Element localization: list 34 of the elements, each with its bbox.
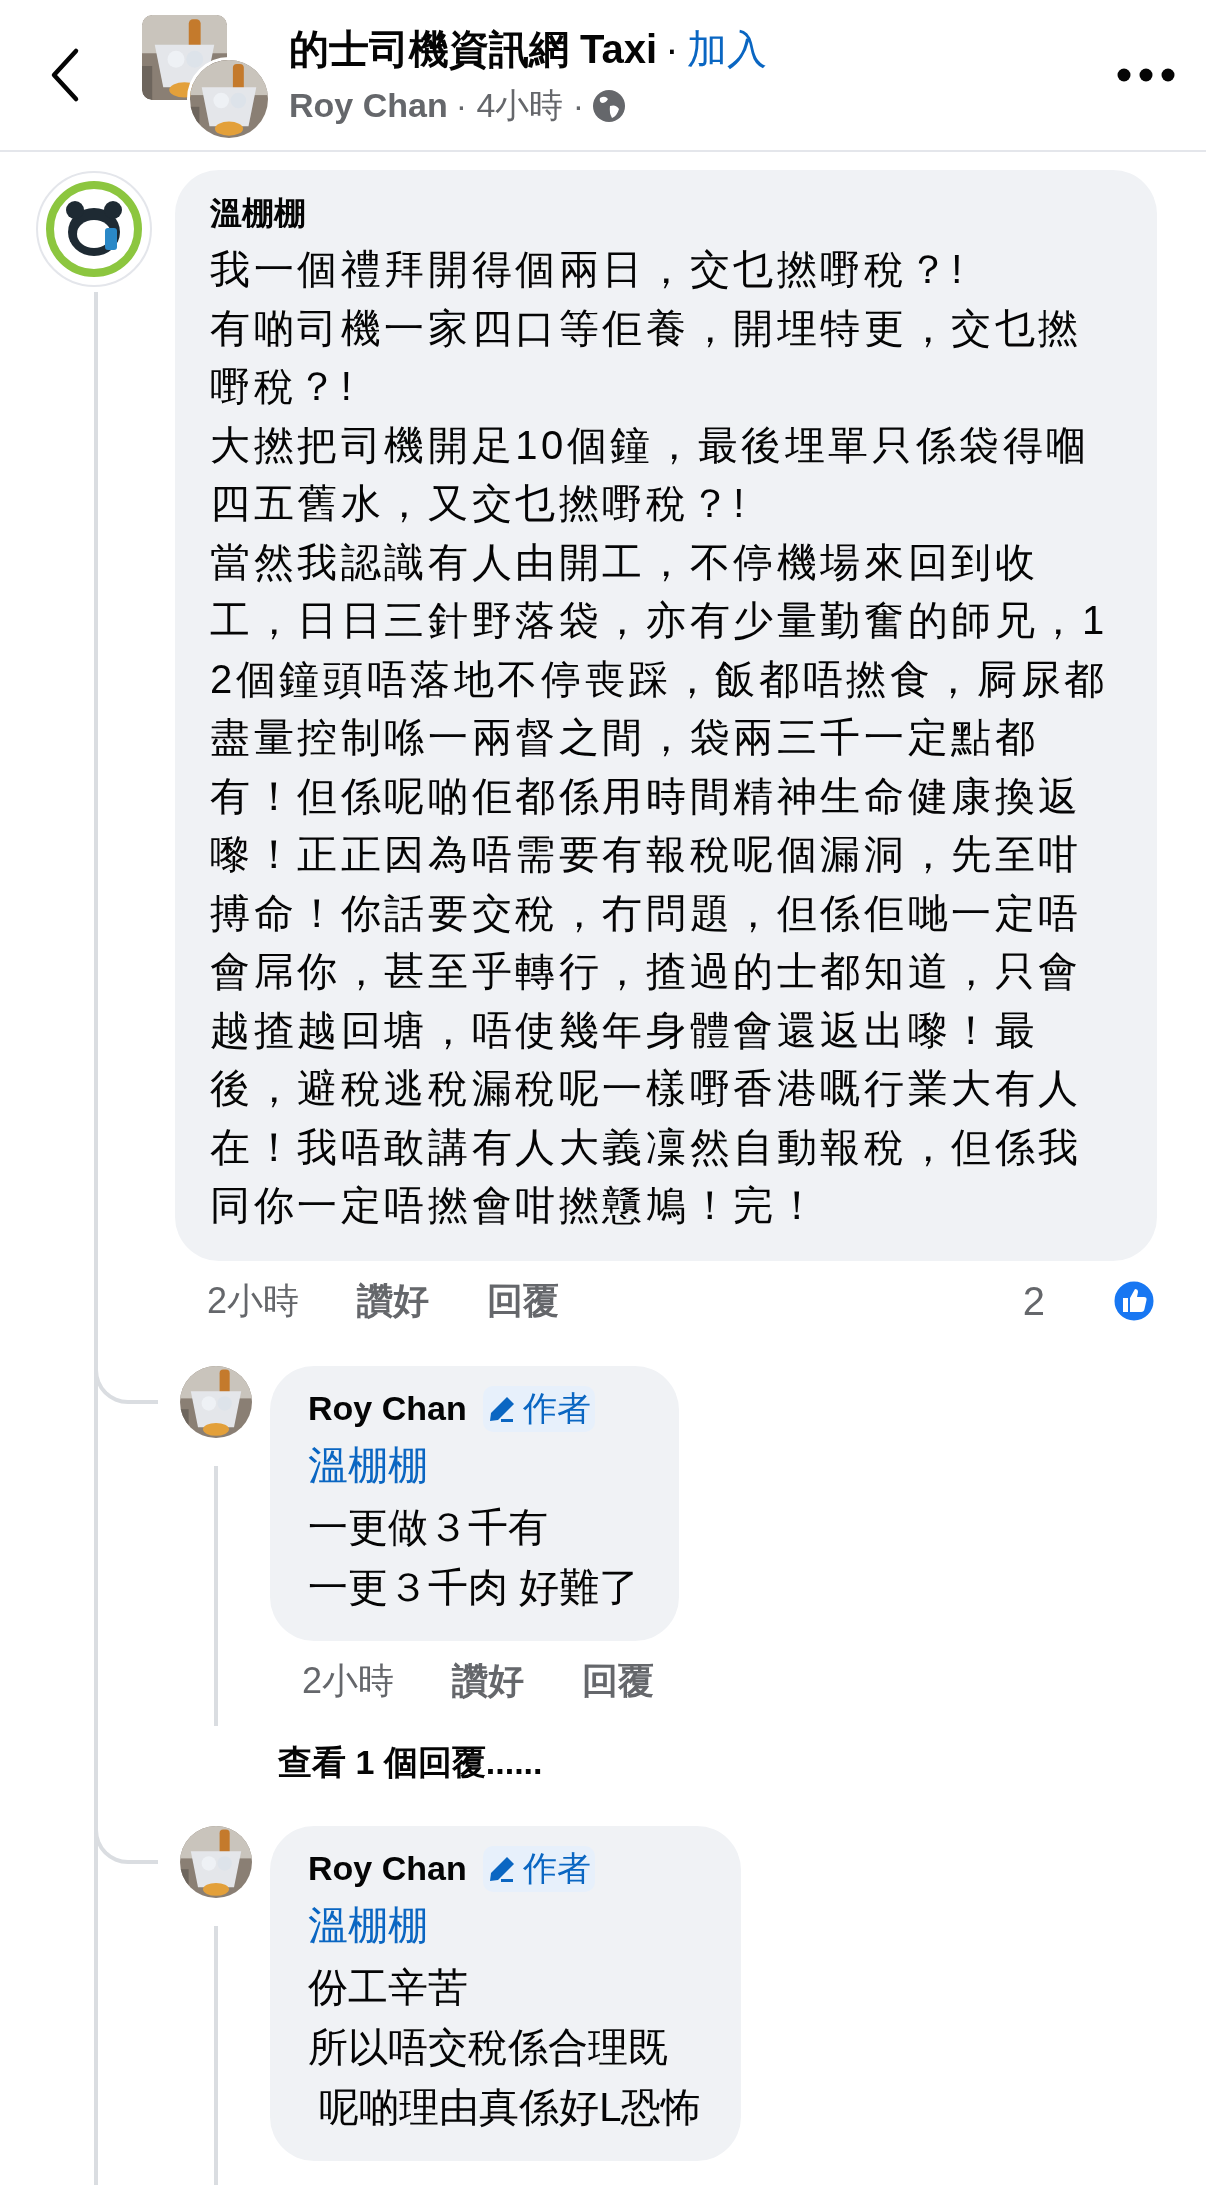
reply-text: 所以唔交稅係合理既 (308, 2023, 669, 2071)
globe-icon (592, 88, 627, 123)
like-icon (1111, 1278, 1157, 1324)
commenter-name[interactable]: Roy Chan (308, 1389, 467, 1428)
comment-time: 2小時 (207, 1278, 300, 1323)
like-button[interactable]: 讚好 (357, 1276, 430, 1326)
reply-button[interactable]: 回覆 (487, 1276, 560, 1326)
separator: · (665, 26, 679, 72)
logo-icon[interactable] (35, 170, 153, 288)
reply-button[interactable]: 回覆 (582, 1656, 655, 1706)
reply-text: 一更做３千有 (308, 1503, 549, 1551)
reaction-count: 2 (1022, 1278, 1045, 1324)
join-link[interactable]: 加入 (686, 21, 767, 77)
comment-text: 大撚把司機開足10個鐘，最後埋單只係袋得嗰四五舊水，又交乜撚嘢稅？! (210, 421, 1092, 527)
post-time: · 4小時 · (455, 84, 585, 126)
reply-time: 2小時 (302, 1658, 395, 1703)
comment-text: 當然我認識有人由開工，不停機場來回到收工，日日三針野落袋，亦有少量勤奮的師兄，12個鐘頭唔落地不停喪踩，飯都唔撚食，屙尿都盡量控制喺一兩督之間，袋兩三千一定點都有！但係呢啲佢都係用時間精神生命健康換返嚟！正正因為唔需要有報稅呢個漏洞，先至咁搏命！你話要交稅，冇問題，但係佢哋一定唔會屌你，甚至乎轉行，揸過的士都知道，只會越揸越回塘，唔使幾年身體會還返出嚟！最後，避稅逃稅漏稅呢一樣嘢香港嘅行業大有人在！我唔敢講有人大義凜然自動報稅，但係我同你一定唔撚會咁撚戇鳩！完！ (210, 538, 1109, 1229)
comment-text: 有啲司機一家四口等佢養，開埋特更，交乜撚嘢稅？! (210, 304, 1083, 410)
commenter-name[interactable]: 溫棚棚 (210, 192, 1117, 236)
group-name[interactable]: 的士司機資訊網 Taxi (289, 21, 658, 77)
reply-text: 一更３千肉 好難了 (308, 1563, 640, 1611)
author-badge: 作者 (482, 1385, 595, 1432)
comment-text: 我一個禮拜開得個兩日，交乜撚嘢稅？! (210, 246, 967, 293)
mention-link[interactable]: 溫棚棚 (308, 1897, 702, 1953)
mention-link[interactable]: 溫棚棚 (308, 1437, 640, 1493)
reply-text: 呢啲理由真係好L恐怖 (318, 2083, 702, 2131)
back-icon[interactable] (50, 47, 80, 103)
like-button[interactable]: 讚好 (452, 1656, 525, 1706)
reply-text: 份工辛苦 (308, 1963, 469, 2011)
post-author[interactable]: Roy Chan (289, 86, 448, 125)
commenter-name[interactable]: Roy Chan (308, 1849, 467, 1888)
author-badge: 作者 (482, 1845, 595, 1892)
view-replies-link[interactable]: 查看 1 個回覆...... (278, 1739, 543, 1786)
more-icon[interactable] (1116, 67, 1176, 83)
